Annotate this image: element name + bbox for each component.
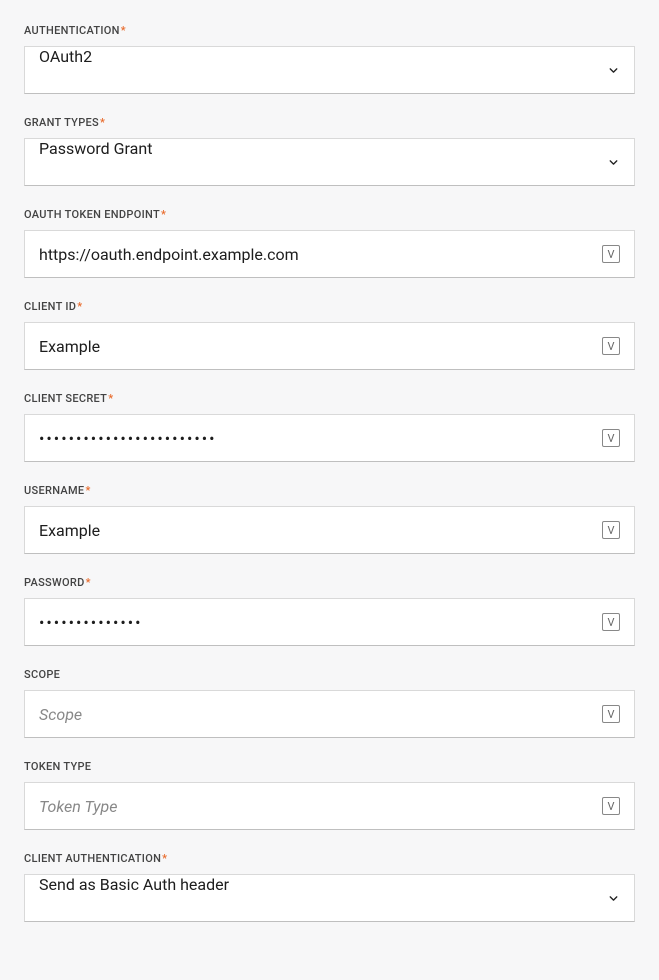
authentication-select[interactable]: OAuth2 [24,46,635,94]
scope-field: SCOPE V [24,668,635,738]
scope-input[interactable] [39,691,594,737]
chevron-down-icon [607,64,620,77]
client-secret-field: CLIENT SECRET* •••••••••••••••••••••••• … [24,392,635,462]
password-field: PASSWORD* •••••••••••••• V [24,576,635,646]
grant-types-label: GRANT TYPES* [24,116,635,129]
password-mask[interactable]: •••••••••••••• [39,599,594,645]
password-label: PASSWORD* [24,576,635,589]
required-indicator: * [85,484,90,497]
variable-icon[interactable]: V [602,337,620,355]
required-indicator: * [108,392,113,405]
client-authentication-field: CLIENT AUTHENTICATION* Send as Basic Aut… [24,852,635,922]
label-text: PASSWORD [24,576,85,589]
client-authentication-label: CLIENT AUTHENTICATION* [24,852,635,865]
client-authentication-value: Send as Basic Auth header [39,875,599,921]
client-id-input[interactable] [39,323,594,369]
label-text: CLIENT AUTHENTICATION [24,852,161,865]
username-input-wrap: V [24,506,635,554]
label-text: USERNAME [24,484,84,497]
authentication-value: OAuth2 [39,47,599,93]
scope-label: SCOPE [24,668,635,681]
label-text: TOKEN TYPE [24,760,91,773]
oauth-token-endpoint-label: OAUTH TOKEN ENDPOINT* [24,208,635,221]
client-id-input-wrap: V [24,322,635,370]
token-type-field: TOKEN TYPE V [24,760,635,830]
required-indicator: * [86,576,91,589]
oauth-token-endpoint-input-wrap: V [24,230,635,278]
variable-icon[interactable]: V [602,705,620,723]
label-text: AUTHENTICATION [24,24,120,37]
required-indicator: * [77,300,82,313]
token-type-input[interactable] [39,783,594,829]
label-text: GRANT TYPES [24,116,99,129]
label-text: SCOPE [24,668,60,681]
chevron-down-icon [607,892,620,905]
label-text: CLIENT SECRET [24,392,107,405]
client-secret-mask[interactable]: •••••••••••••••••••••••• [39,415,594,461]
variable-icon[interactable]: V [602,521,620,539]
token-type-label: TOKEN TYPE [24,760,635,773]
username-label: USERNAME* [24,484,635,497]
client-authentication-select[interactable]: Send as Basic Auth header [24,874,635,922]
oauth-token-endpoint-input[interactable] [39,231,594,277]
password-input-wrap: •••••••••••••• V [24,598,635,646]
required-indicator: * [162,852,167,865]
grant-types-field: GRANT TYPES* Password Grant [24,116,635,186]
variable-icon[interactable]: V [602,613,620,631]
variable-icon[interactable]: V [602,797,620,815]
client-secret-label: CLIENT SECRET* [24,392,635,405]
username-field: USERNAME* V [24,484,635,554]
oauth-token-endpoint-field: OAUTH TOKEN ENDPOINT* V [24,208,635,278]
client-id-field: CLIENT ID* V [24,300,635,370]
required-indicator: * [121,24,126,37]
token-type-input-wrap: V [24,782,635,830]
username-input[interactable] [39,507,594,553]
label-text: OAUTH TOKEN ENDPOINT [24,208,160,221]
grant-types-select[interactable]: Password Grant [24,138,635,186]
variable-icon[interactable]: V [602,429,620,447]
chevron-down-icon [607,156,620,169]
authentication-field: AUTHENTICATION* OAuth2 [24,24,635,94]
variable-icon[interactable]: V [602,245,620,263]
label-text: CLIENT ID [24,300,76,313]
required-indicator: * [100,116,105,129]
client-secret-input-wrap: •••••••••••••••••••••••• V [24,414,635,462]
scope-input-wrap: V [24,690,635,738]
required-indicator: * [161,208,166,221]
client-id-label: CLIENT ID* [24,300,635,313]
authentication-label: AUTHENTICATION* [24,24,635,37]
grant-types-value: Password Grant [39,139,599,185]
